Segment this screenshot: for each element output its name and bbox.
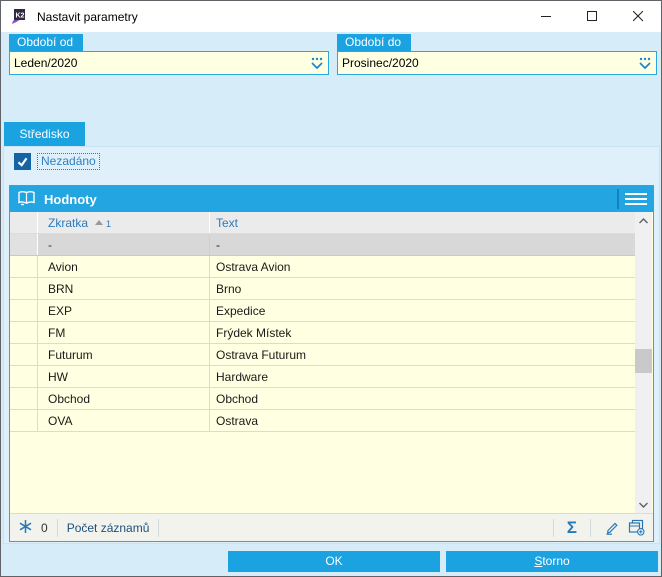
record-count-icon	[18, 519, 33, 537]
table-row[interactable]: OVA Ostrava	[10, 410, 636, 432]
scrollbar-thumb[interactable]	[635, 349, 652, 373]
period-to-field: Období do Prosinec/2020	[337, 34, 657, 75]
period-from-dropdown-icon[interactable]	[306, 54, 328, 72]
maximize-button[interactable]	[569, 1, 615, 32]
table-row[interactable]: BRN Brno	[10, 278, 636, 300]
period-from-label: Období od	[9, 34, 84, 51]
grid-body: - - Avion Ostrava Avion BRN Brno EXP Exp…	[10, 234, 636, 513]
k2-app-icon: K2	[11, 8, 28, 25]
grid-title: Hodnoty	[44, 191, 97, 207]
record-count-label: Počet záznamů	[66, 520, 150, 535]
grid-title-bar: Hodnoty	[10, 186, 653, 212]
period-from-input[interactable]: Leden/2020	[9, 51, 329, 75]
nezadano-checkbox-label[interactable]: Nezadáno	[37, 153, 100, 170]
book-icon	[17, 190, 36, 209]
tab-panel: Nezadáno Hodnoty Zkratka 1 Text - - Avio…	[3, 146, 660, 544]
row-indicator-column-header	[10, 212, 38, 233]
nezadano-checkbox-row: Nezadáno	[14, 153, 100, 170]
grid-column-header: Zkratka 1 Text	[10, 212, 636, 234]
table-row[interactable]: EXP Expedice	[10, 300, 636, 322]
nezadano-checkbox[interactable]	[14, 153, 31, 170]
table-row[interactable]: - -	[10, 234, 636, 256]
sum-icon[interactable]: Σ	[563, 519, 581, 536]
period-to-input[interactable]: Prosinec/2020	[337, 51, 657, 75]
storno-button[interactable]: Storno	[446, 551, 658, 572]
dialog-nastavit-parametry: K2 Nastavit parametry Období od Leden/20…	[0, 0, 662, 577]
column-header-text[interactable]: Text	[210, 212, 636, 233]
table-row[interactable]: Futurum Ostrava Futurum	[10, 344, 636, 366]
svg-text:K2: K2	[16, 13, 25, 20]
ok-button[interactable]: OK	[228, 551, 440, 572]
table-row[interactable]: Avion Ostrava Avion	[10, 256, 636, 278]
table-row[interactable]: Obchod Obchod	[10, 388, 636, 410]
grid-status-bar: 0 Počet záznamů Σ	[10, 513, 653, 541]
column-header-zkratka[interactable]: Zkratka 1	[38, 212, 210, 233]
period-from-value: Leden/2020	[14, 56, 78, 70]
table-row[interactable]: FM Frýdek Místek	[10, 322, 636, 344]
minimize-button[interactable]	[523, 1, 569, 32]
vertical-scrollbar[interactable]	[635, 212, 652, 513]
period-to-label: Období do	[337, 34, 412, 51]
table-row[interactable]: HW Hardware	[10, 366, 636, 388]
sort-ascending-icon	[95, 220, 104, 225]
record-count-value: 0	[41, 520, 48, 535]
edit-pencil-icon[interactable]	[600, 520, 624, 536]
grid-header-separator	[617, 189, 619, 209]
titlebar: K2 Nastavit parametry	[1, 1, 661, 32]
scroll-up-icon[interactable]	[635, 212, 652, 229]
close-button[interactable]	[615, 1, 661, 32]
values-grid: Hodnoty Zkratka 1 Text - - Avion Ostrava…	[9, 185, 654, 542]
scroll-down-icon[interactable]	[635, 496, 652, 513]
scrollbar-track[interactable]	[635, 229, 652, 496]
sort-order-number: 1	[106, 219, 112, 229]
add-table-icon[interactable]	[624, 519, 649, 536]
window-title: Nastavit parametry	[37, 9, 138, 24]
period-to-dropdown-icon[interactable]	[634, 54, 656, 72]
tab-stredisko[interactable]: Středisko	[4, 122, 85, 146]
grid-menu-icon[interactable]	[625, 193, 647, 205]
period-to-value: Prosinec/2020	[342, 56, 419, 70]
period-from-field: Období od Leden/2020	[9, 34, 329, 75]
